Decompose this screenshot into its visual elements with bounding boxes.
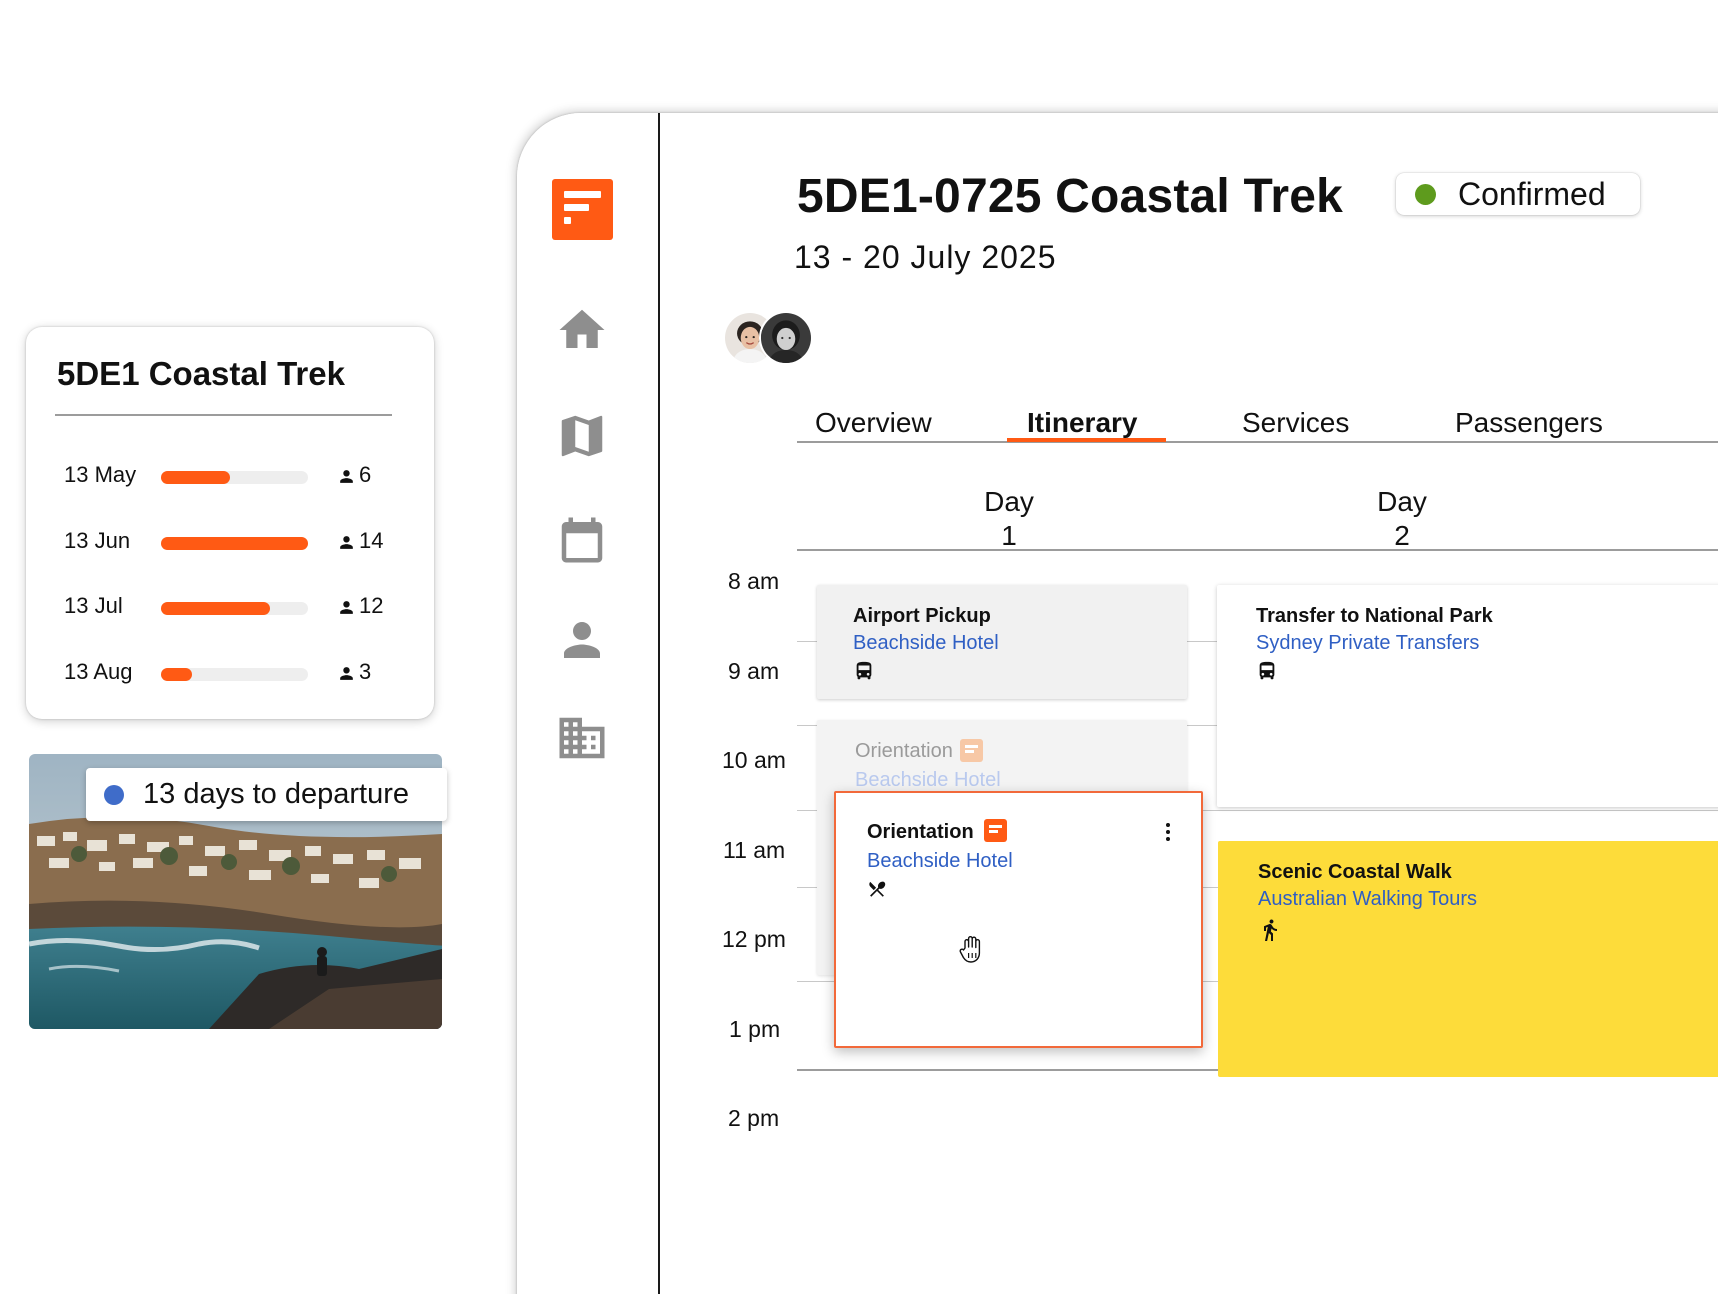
countdown-text: 13 days to departure xyxy=(143,778,410,810)
restaurant-icon xyxy=(867,879,887,899)
passenger-count: 12 xyxy=(359,593,384,618)
event-supplier-link[interactable]: Beachside Hotel xyxy=(867,850,1013,873)
tab-services[interactable]: Services xyxy=(1242,407,1349,439)
departure-row[interactable]: 13 Jul 12 xyxy=(64,589,404,629)
note-icon xyxy=(984,819,1007,842)
passenger-count: 14 xyxy=(359,528,384,553)
day-number: 2 xyxy=(1394,520,1410,551)
passenger-icon xyxy=(340,667,353,680)
nav-rail xyxy=(517,113,660,1294)
note-icon xyxy=(960,739,983,762)
time-label: 12 pm xyxy=(722,926,786,952)
status-dot xyxy=(1415,183,1436,205)
event-transfer-national-park[interactable]: Transfer to National Park Sydney Private… xyxy=(1217,585,1718,807)
event-title: Airport Pickup xyxy=(853,605,991,627)
trip-dates: 13 - 20 July 2025 xyxy=(794,239,1057,275)
event-supplier-link: Beachside Hotel xyxy=(855,769,1001,791)
countdown-dot xyxy=(104,784,124,805)
building-icon[interactable] xyxy=(555,711,609,765)
day-label: Day xyxy=(984,486,1034,517)
passenger-count: 3 xyxy=(359,659,372,684)
event-title: Transfer to National Park xyxy=(1256,605,1493,627)
day-header-1: Day 1 xyxy=(959,485,1059,553)
event-supplier-link[interactable]: Beachside Hotel xyxy=(853,632,999,655)
capacity-fill xyxy=(161,537,308,550)
capacity-bar xyxy=(161,602,308,615)
event-scenic-coastal-walk[interactable]: Scenic Coastal Walk Australian Walking T… xyxy=(1218,841,1718,1077)
event-airport-pickup[interactable]: Airport Pickup Beachside Hotel xyxy=(817,585,1187,699)
capacity-bar xyxy=(161,471,308,484)
time-label: 1 pm xyxy=(729,1016,781,1042)
tab-passengers[interactable]: Passengers xyxy=(1455,407,1603,439)
passenger-icon xyxy=(340,601,353,614)
capacity-fill xyxy=(161,471,231,484)
day-label: Day xyxy=(1377,486,1427,517)
brand-logo[interactable] xyxy=(552,179,613,240)
person-icon[interactable] xyxy=(555,613,609,667)
capacity-bar xyxy=(161,668,308,681)
passenger-count: 6 xyxy=(359,462,372,487)
event-supplier-link[interactable]: Sydney Private Transfers xyxy=(1256,632,1479,655)
event-title: Orientation xyxy=(867,821,974,843)
tab-itinerary[interactable]: Itinerary xyxy=(1027,407,1138,439)
departure-date: 13 Jul xyxy=(64,593,123,618)
time-label: 8 am xyxy=(728,568,780,594)
divider xyxy=(55,414,392,416)
walking-icon xyxy=(1258,917,1282,943)
trip-title: 5DE1-0725 Coastal Trek xyxy=(797,170,1344,223)
departure-countdown: 13 days to departure xyxy=(86,768,447,821)
departure-row[interactable]: 13 Jun 14 xyxy=(64,524,404,564)
departure-date: 13 Jun xyxy=(64,528,131,553)
grid-line xyxy=(797,549,1718,551)
home-icon[interactable] xyxy=(555,303,609,357)
tab-overview[interactable]: Overview xyxy=(815,407,932,439)
card-title: 5DE1 Coastal Trek xyxy=(57,355,345,392)
bus-icon xyxy=(1256,660,1278,682)
event-supplier-link[interactable]: Australian Walking Tours xyxy=(1258,888,1477,911)
time-label: 9 am xyxy=(728,658,780,684)
bus-icon xyxy=(853,660,875,682)
time-label: 10 am xyxy=(722,747,786,773)
active-tab-indicator xyxy=(1007,438,1166,442)
event-title: Scenic Coastal Walk xyxy=(1258,861,1452,883)
calendar-icon[interactable] xyxy=(555,513,609,567)
grab-hand-icon xyxy=(956,932,990,966)
departure-date: 13 May xyxy=(64,462,137,487)
departure-row[interactable]: 13 May 6 xyxy=(64,458,404,498)
passenger-icon xyxy=(340,536,353,549)
capacity-fill xyxy=(161,668,192,681)
departures-card[interactable]: 5DE1 Coastal Trek 13 May 6 13 Jun 14 13 … xyxy=(26,327,434,719)
map-icon[interactable] xyxy=(555,409,609,463)
event-title: Orientation xyxy=(855,740,953,762)
avatar[interactable] xyxy=(759,311,813,365)
tab-bar: Overview Itinerary Services Passengers xyxy=(797,393,1718,443)
day-number: 1 xyxy=(1001,520,1017,551)
capacity-bar xyxy=(161,537,308,550)
capacity-fill xyxy=(161,602,270,615)
app-window: 5DE1-0725 Coastal Trek Confirmed 13 - 20… xyxy=(517,113,1718,1294)
more-vert-icon[interactable] xyxy=(1163,822,1173,842)
time-label: 2 pm xyxy=(728,1105,780,1131)
time-label: 11 am xyxy=(723,837,786,863)
departure-row[interactable]: 13 Aug 3 xyxy=(64,655,404,695)
passenger-icon xyxy=(340,470,353,483)
status-label: Confirmed xyxy=(1458,175,1606,212)
departure-date: 13 Aug xyxy=(64,659,133,684)
event-orientation-dragging[interactable]: Orientation Beachside Hotel xyxy=(834,791,1203,1048)
day-header-2: Day 2 xyxy=(1352,485,1452,553)
status-badge[interactable]: Confirmed xyxy=(1396,173,1640,215)
